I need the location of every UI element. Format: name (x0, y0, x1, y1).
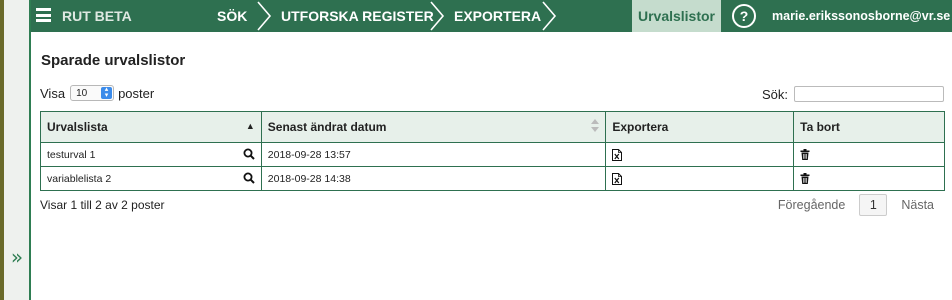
trash-icon[interactable] (800, 149, 810, 161)
expand-sidebar-icon[interactable]: » (7, 246, 27, 268)
table-info-text: Visar 1 till 2 av 2 poster (40, 198, 165, 212)
hamburger-menu-icon[interactable] (36, 8, 51, 22)
excel-file-icon[interactable] (612, 148, 623, 161)
saved-lists-table: Urvalslista ▲ Senast ändrat datum Exporte… (40, 111, 945, 191)
page-length-control: Visa 10 ▴ ▾ poster (40, 85, 154, 101)
nav-exportera[interactable]: EXPORTERA (454, 0, 541, 32)
app-frame: » RUT BETA SÖK UTFORSKA REGISTER EXPORTE… (0, 0, 952, 300)
column-header-urvalslista[interactable]: Urvalslista ▲ (40, 111, 262, 143)
page-length-value: 10 (76, 87, 88, 99)
search-label: Sök: (761, 86, 788, 102)
delete-cell (793, 142, 945, 167)
nav-utforska-register[interactable]: UTFORSKA REGISTER (281, 0, 434, 32)
date-cell: 2018-09-28 14:38 (260, 166, 607, 191)
nav-separator-chevron-icon (257, 1, 272, 31)
previous-page-button[interactable]: Föregående (778, 198, 845, 212)
pagination: Föregående 1 Nästa (778, 194, 934, 216)
table-search: Sök: (762, 86, 944, 102)
table-row: variablelista 2 2018-09-28 14:38 (40, 166, 945, 191)
column-header-senast-andrat[interactable]: Senast ändrat datum (260, 111, 607, 143)
sidebar: » (4, 0, 31, 300)
page-length-select[interactable]: 10 ▴ ▾ (70, 85, 115, 101)
list-name[interactable]: variablelista 2 (47, 173, 111, 185)
list-name-cell: variablelista 2 (40, 166, 262, 191)
sort-ascending-icon: ▲ (245, 121, 255, 131)
length-prefix-label: Visa (40, 85, 66, 101)
search-icon[interactable] (243, 172, 255, 184)
export-cell (605, 142, 795, 167)
trash-icon[interactable] (800, 173, 810, 185)
excel-file-icon[interactable] (612, 172, 623, 185)
user-menu[interactable]: marie.erikssonosborne@vr.se▼ (772, 0, 952, 34)
nav-separator-chevron-icon (430, 1, 445, 31)
brand-title[interactable]: RUT BETA (62, 0, 132, 32)
table-row: testurval 1 2018-09-28 13:57 (40, 142, 945, 167)
tab-urvalslistor[interactable]: Urvalslistor (632, 0, 721, 32)
select-stepper-icon: ▴ ▾ (101, 86, 113, 99)
export-cell (605, 166, 795, 191)
list-name[interactable]: testurval 1 (47, 149, 95, 161)
list-name-cell: testurval 1 (40, 142, 262, 167)
search-icon[interactable] (243, 148, 255, 160)
column-header-exportera: Exportera (605, 111, 795, 143)
length-suffix-label: poster (118, 85, 155, 101)
table-header-row: Urvalslista ▲ Senast ändrat datum Exporte… (40, 111, 945, 143)
nav-sok[interactable]: SÖK (217, 0, 247, 32)
help-icon[interactable]: ? (732, 4, 756, 28)
date-cell: 2018-09-28 13:57 (260, 142, 607, 167)
nav-separator-chevron-icon (542, 1, 557, 31)
top-navigation-bar: RUT BETA SÖK UTFORSKA REGISTER EXPORTERA… (31, 0, 952, 32)
sort-unsorted-icon (591, 119, 600, 133)
page-title: Sparade urvalslistor (41, 52, 186, 69)
search-input[interactable] (794, 86, 944, 102)
page-1-button[interactable]: 1 (859, 194, 888, 216)
column-header-ta-bort: Ta bort (793, 111, 945, 143)
delete-cell (793, 166, 945, 191)
next-page-button[interactable]: Nästa (901, 198, 934, 212)
user-email: marie.erikssonosborne@vr.se (772, 9, 951, 23)
